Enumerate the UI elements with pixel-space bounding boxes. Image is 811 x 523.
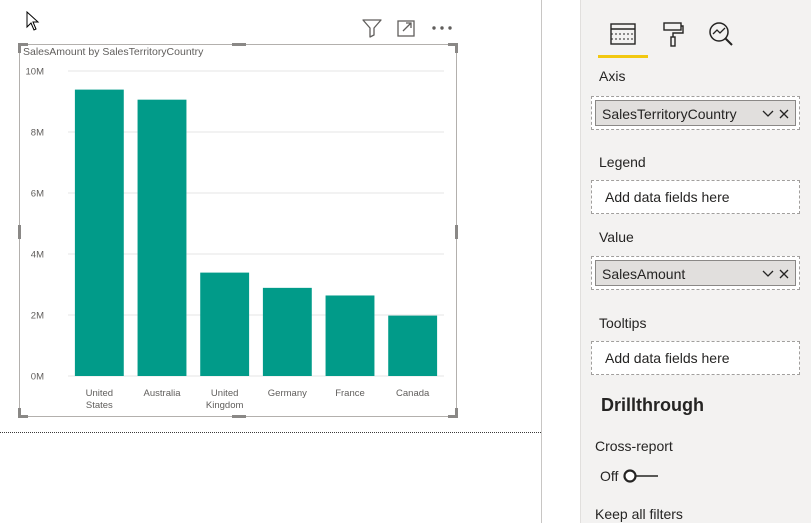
gridlines bbox=[68, 70, 444, 377]
bars bbox=[74, 89, 438, 377]
x-tick-label: Canada bbox=[396, 388, 430, 399]
tooltips-placeholder: Add data fields here bbox=[605, 350, 730, 366]
x-tick-label: Australia bbox=[144, 388, 182, 399]
y-tick-label: 0M bbox=[31, 372, 44, 383]
value-well[interactable]: SalesAmount bbox=[591, 256, 800, 290]
bar-chart: SalesAmount by SalesTerritoryCountry 0M 2… bbox=[23, 46, 444, 411]
bar[interactable] bbox=[325, 295, 375, 376]
axis-field-pill[interactable]: SalesTerritoryCountry bbox=[595, 100, 796, 126]
toggle-switch-icon[interactable] bbox=[622, 469, 660, 483]
x-tick-label: United Kingdom bbox=[206, 388, 244, 411]
tooltips-well[interactable]: Add data fields here bbox=[591, 341, 800, 375]
format-paint-roller-icon bbox=[663, 22, 684, 47]
tab-format[interactable] bbox=[653, 14, 693, 54]
tab-fields[interactable] bbox=[603, 14, 643, 54]
mouse-pointer-icon bbox=[26, 11, 40, 31]
close-icon[interactable] bbox=[777, 267, 791, 281]
value-field-pill[interactable]: SalesAmount bbox=[595, 260, 796, 286]
visualizations-pane: Axis SalesTerritoryCountry Legend Add da… bbox=[580, 0, 811, 523]
chevron-down-icon[interactable] bbox=[761, 267, 775, 281]
close-icon[interactable] bbox=[777, 107, 791, 121]
bar[interactable] bbox=[137, 99, 187, 377]
value-field-name: SalesAmount bbox=[602, 266, 686, 282]
fields-icon bbox=[610, 23, 636, 45]
analytics-magnifier-icon bbox=[709, 22, 733, 46]
axis-label: Axis bbox=[599, 68, 626, 84]
more-options-icon[interactable] bbox=[430, 16, 454, 40]
chevron-down-icon[interactable] bbox=[761, 107, 775, 121]
tab-analytics[interactable] bbox=[701, 14, 741, 54]
drillthrough-heading: Drillthrough bbox=[601, 395, 704, 415]
y-tick-label: 2M bbox=[31, 311, 44, 322]
bar[interactable] bbox=[388, 315, 438, 376]
x-tick-label: Germany bbox=[268, 388, 307, 399]
legend-well[interactable]: Add data fields here bbox=[591, 180, 800, 214]
legend-label: Legend bbox=[599, 154, 646, 170]
y-tick-label: 10M bbox=[26, 67, 45, 78]
y-tick-label: 6M bbox=[31, 189, 44, 200]
bar[interactable] bbox=[262, 287, 312, 376]
toggle-state-text: Off bbox=[600, 468, 619, 484]
pane-gap bbox=[542, 0, 580, 523]
x-axis: United States Australia United Kingdom German… bbox=[86, 388, 430, 411]
y-tick-label: 8M bbox=[31, 128, 44, 139]
tooltips-label: Tooltips bbox=[599, 315, 647, 331]
y-tick-label: 4M bbox=[31, 250, 44, 261]
active-tab-indicator bbox=[598, 55, 648, 58]
bar[interactable] bbox=[74, 89, 124, 377]
axis-well[interactable]: SalesTerritoryCountry bbox=[591, 96, 800, 130]
report-canvas: SalesAmount by SalesTerritoryCountry 0M 2… bbox=[0, 0, 541, 523]
cross-report-label: Cross-report bbox=[595, 438, 673, 454]
y-axis: 0M 2M 4M 6M 8M 10M bbox=[26, 67, 45, 383]
x-tick-label: United States bbox=[86, 388, 113, 411]
chart-title: SalesAmount by SalesTerritoryCountry bbox=[23, 46, 204, 58]
value-label: Value bbox=[599, 229, 634, 245]
legend-placeholder: Add data fields here bbox=[605, 189, 730, 205]
keep-all-filters-label: Keep all filters bbox=[595, 506, 683, 522]
visual-header bbox=[360, 16, 460, 42]
focus-mode-icon[interactable] bbox=[394, 16, 418, 40]
page-boundary bbox=[0, 432, 541, 433]
filter-icon[interactable] bbox=[360, 16, 384, 40]
axis-field-name: SalesTerritoryCountry bbox=[602, 106, 737, 122]
bar[interactable] bbox=[200, 272, 250, 376]
cross-report-toggle[interactable]: Off bbox=[600, 467, 660, 485]
x-tick-label: France bbox=[335, 388, 365, 399]
